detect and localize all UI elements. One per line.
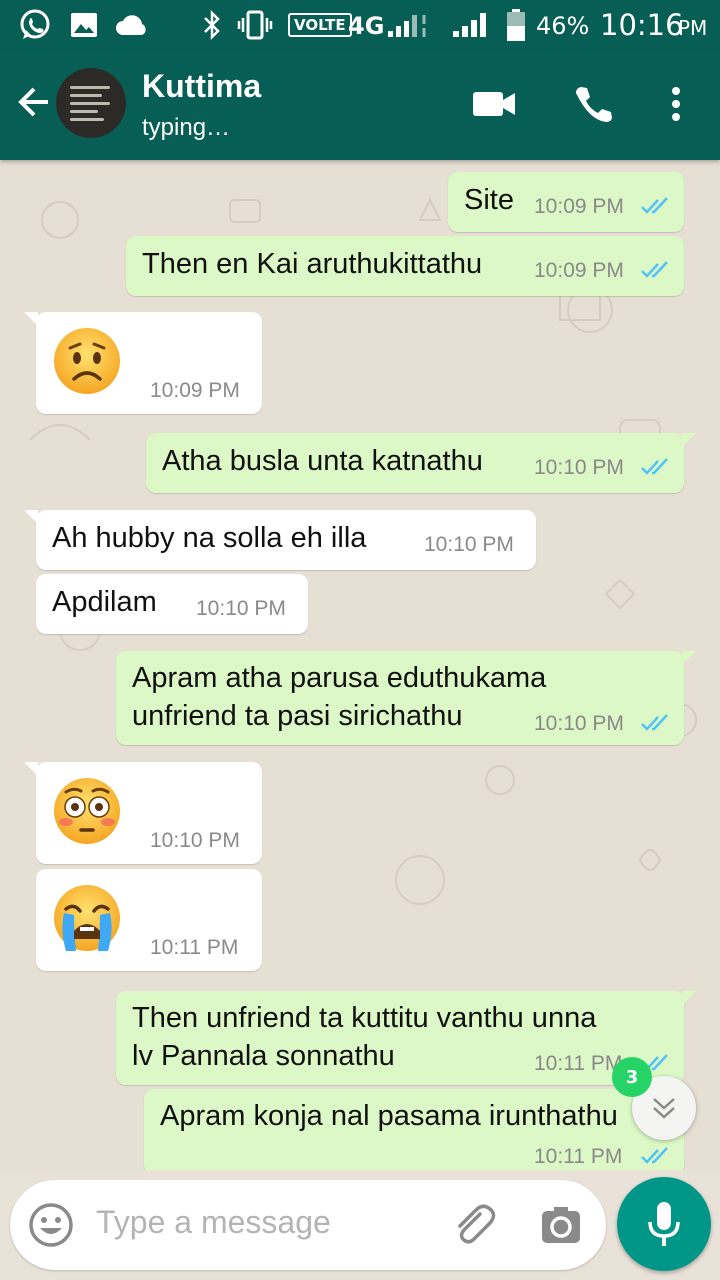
more-vert-icon[interactable] bbox=[652, 80, 700, 128]
cloud-icon bbox=[114, 8, 150, 42]
volte-badge: VOLTE bbox=[288, 13, 352, 37]
whatsapp-icon bbox=[16, 8, 54, 42]
video-call-icon[interactable] bbox=[470, 80, 518, 128]
message-input[interactable]: Type a message bbox=[96, 1204, 331, 1241]
signal-icon-2 bbox=[450, 8, 490, 42]
message-text: Atha busla unta katnathu bbox=[162, 445, 483, 477]
worried-face-emoji-icon bbox=[54, 328, 120, 394]
message-time: 10:10 PM bbox=[534, 456, 624, 479]
phone-call-icon[interactable] bbox=[568, 80, 616, 128]
network-type: 4G bbox=[348, 12, 385, 40]
back-arrow-icon[interactable] bbox=[14, 82, 54, 122]
message-bubble-outgoing[interactable]: Apram atha parusa eduthukama unfriend ta… bbox=[116, 651, 696, 745]
battery-percent: 46% bbox=[536, 12, 590, 40]
read-ticks-icon bbox=[641, 1147, 668, 1164]
message-bubble-incoming[interactable]: 10:10 PM bbox=[24, 762, 262, 864]
chat-header: Kuttima typing… bbox=[0, 50, 720, 160]
double-chevron-down-icon bbox=[653, 1098, 675, 1119]
message-bubble-incoming[interactable]: Ah hubby na solla eh illa 10:10 PM bbox=[24, 510, 536, 570]
message-time: 10:11 PM bbox=[534, 1145, 623, 1168]
image-icon bbox=[68, 8, 100, 42]
vibrate-icon bbox=[236, 8, 274, 42]
read-ticks-icon bbox=[641, 714, 668, 731]
contact-name[interactable]: Kuttima bbox=[142, 68, 261, 105]
emoji-icon[interactable] bbox=[28, 1202, 74, 1248]
unread-count-badge: 3 bbox=[612, 1057, 652, 1097]
message-bubble-incoming[interactable]: 10:09 PM bbox=[24, 312, 262, 414]
loudly-crying-face-emoji-icon bbox=[54, 885, 120, 951]
flushed-face-emoji-icon bbox=[54, 778, 120, 844]
message-bubble-incoming[interactable]: Apdilam 10:10 PM bbox=[36, 574, 308, 634]
message-time: 10:10 PM bbox=[534, 712, 624, 735]
message-text-line-2: unfriend ta pasi sirichathu bbox=[132, 700, 463, 732]
message-text-line-2: lv Pannala sonnathu bbox=[132, 1040, 395, 1072]
read-ticks-icon bbox=[641, 261, 668, 278]
message-time: 10:09 PM bbox=[534, 195, 624, 218]
message-time: 10:09 PM bbox=[150, 379, 240, 402]
message-text: Apram konja nal pasama irunthathu bbox=[160, 1100, 618, 1132]
message-time: 10:10 PM bbox=[150, 829, 240, 852]
mic-icon bbox=[648, 1202, 680, 1246]
message-text-line-1: Apram atha parusa eduthukama bbox=[132, 662, 547, 694]
battery-icon bbox=[504, 8, 528, 42]
message-time: 10:09 PM bbox=[534, 259, 624, 282]
message-bubble-outgoing[interactable]: Then unfriend ta kuttitu vanthu unna lv … bbox=[116, 991, 696, 1085]
message-bubble-outgoing[interactable]: Apram konja nal pasama irunthathu 10:11 … bbox=[144, 1089, 684, 1170]
message-text-line-1: Then unfriend ta kuttitu vanthu unna bbox=[132, 1002, 597, 1034]
message-bubble-outgoing[interactable]: Atha busla unta katnathu 10:10 PM bbox=[146, 433, 696, 493]
message-composer: Type a message bbox=[10, 1180, 606, 1270]
clock-time: 10:16 bbox=[600, 8, 684, 42]
contact-status: typing… bbox=[142, 114, 231, 141]
message-bubble-outgoing[interactable]: Site 10:09 PM bbox=[448, 172, 684, 232]
attach-icon[interactable] bbox=[450, 1202, 496, 1248]
signal-icon bbox=[386, 8, 432, 42]
message-time: 10:10 PM bbox=[196, 597, 286, 620]
message-time: 10:11 PM bbox=[534, 1052, 623, 1075]
message-text: Apdilam bbox=[52, 586, 157, 618]
mic-button[interactable] bbox=[617, 1177, 711, 1271]
message-text: Ah hubby na solla eh illa bbox=[52, 522, 367, 554]
message-bubble-incoming[interactable]: 10:11 PM bbox=[36, 869, 262, 971]
clock-ampm: PM bbox=[678, 16, 708, 40]
message-time: 10:11 PM bbox=[150, 936, 239, 959]
avatar[interactable] bbox=[56, 68, 126, 138]
bluetooth-icon bbox=[200, 8, 224, 42]
message-bubble-outgoing[interactable]: Then en Kai aruthukittathu 10:09 PM bbox=[126, 236, 684, 296]
camera-icon[interactable] bbox=[538, 1202, 584, 1248]
message-text: Site bbox=[464, 184, 514, 216]
message-text: Then en Kai aruthukittathu bbox=[142, 248, 483, 280]
read-ticks-icon bbox=[641, 458, 668, 475]
read-ticks-icon bbox=[641, 197, 668, 214]
message-time: 10:10 PM bbox=[424, 533, 514, 556]
chat-area[interactable]: Site 10:09 PM Then en Kai aruthukittathu… bbox=[0, 160, 720, 1170]
status-bar: VOLTE 4G 46% 10:16 PM bbox=[0, 0, 720, 50]
